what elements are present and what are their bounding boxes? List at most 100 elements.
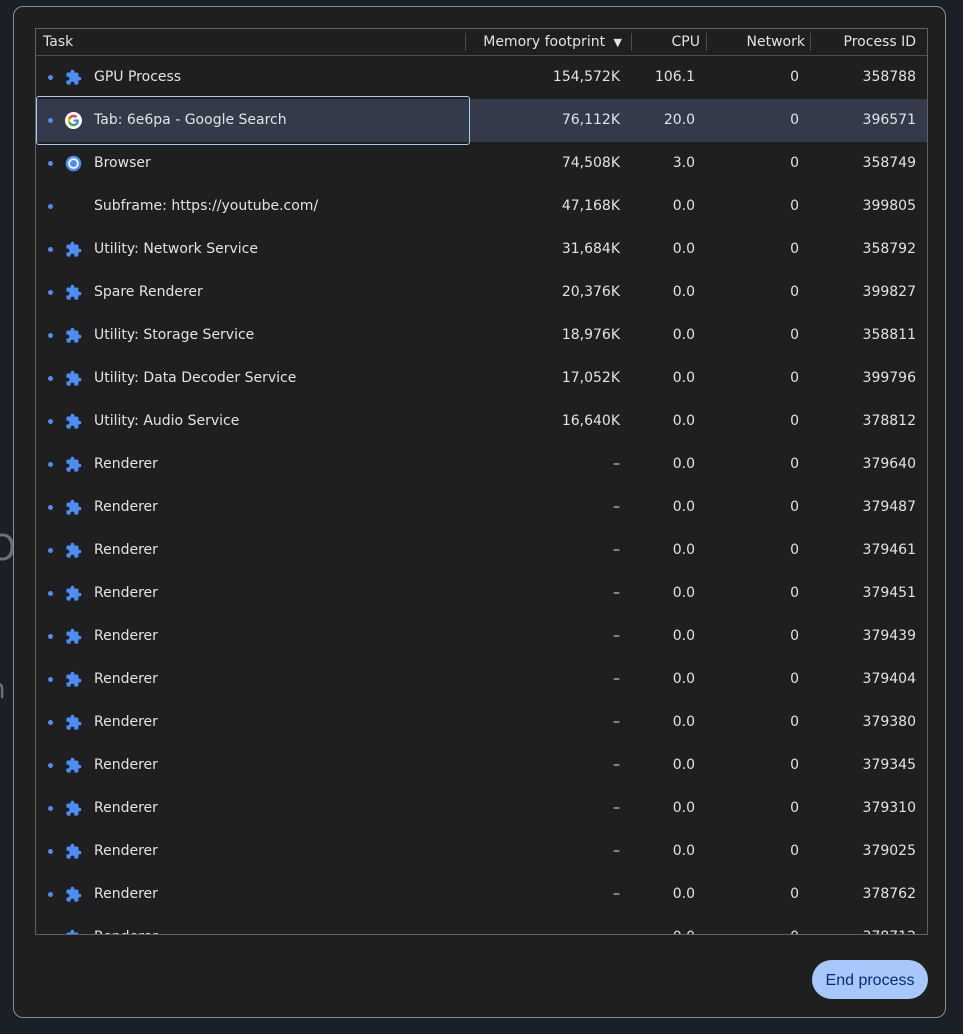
- network-value: 0: [790, 843, 799, 859]
- column-divider[interactable]: [810, 33, 811, 51]
- puzzle-icon: [65, 757, 82, 774]
- table-row[interactable]: Renderer – 0.0 0 379310: [36, 787, 927, 830]
- cpu-value: 0.0: [672, 757, 695, 773]
- process-id-value: 379439: [862, 628, 916, 644]
- network-value: 0: [790, 671, 799, 687]
- table-row[interactable]: Utility: Audio Service 16,640K 0.0 0 378812: [36, 400, 927, 443]
- puzzle-icon: [65, 628, 82, 645]
- memory-value: 31,684K: [561, 241, 620, 257]
- puzzle-icon: [65, 327, 82, 344]
- network-value: 0: [790, 284, 799, 300]
- table-row[interactable]: Renderer – 0.0 0 379404: [36, 658, 927, 701]
- table-row[interactable]: Subframe: https://youtube.com/47,168K 0.0…: [36, 185, 927, 228]
- table-row[interactable]: Tab: 6e6pa - Google Search 76,112K 20.0 0 39…: [36, 96, 927, 145]
- column-header-cpu-label: CPU: [671, 34, 700, 50]
- table-row[interactable]: Renderer – 0.0 0 379439: [36, 615, 927, 658]
- memory-value: 20,376K: [561, 284, 620, 300]
- process-id-value: 379310: [862, 800, 916, 816]
- memory-value: 76,112K: [561, 112, 620, 128]
- bullet-dot: [48, 462, 53, 467]
- network-value: 0: [790, 757, 799, 773]
- table-row[interactable]: Browser 74,508K 3.0 0 358749: [36, 142, 927, 185]
- memory-value: –: [613, 916, 620, 934]
- process-id-value: 358788: [862, 69, 916, 85]
- task-name: Renderer: [94, 456, 158, 472]
- process-id-value: 378712: [863, 916, 916, 934]
- process-id-value: 358792: [862, 241, 916, 257]
- process-id-value: 358811: [862, 327, 916, 343]
- network-value: 0: [790, 112, 799, 128]
- table-row[interactable]: Renderer – 0.0 0 379640: [36, 443, 927, 486]
- column-divider[interactable]: [706, 33, 707, 51]
- network-value: 0: [790, 499, 799, 515]
- table-row[interactable]: Renderer – 0.0 0 379451: [36, 572, 927, 615]
- puzzle-icon: [65, 542, 82, 559]
- task-name: Utility: Data Decoder Service: [94, 370, 297, 386]
- process-table: Task Memory footprint ▼ CPU Network Proc…: [35, 28, 928, 935]
- table-row[interactable]: Renderer – 0.0 0 378762: [36, 873, 927, 916]
- bullet-dot: [48, 677, 53, 682]
- task-name: Renderer: [94, 886, 158, 902]
- process-id-value: 379404: [862, 671, 916, 687]
- column-divider[interactable]: [465, 33, 466, 51]
- process-id-value: 358749: [862, 155, 916, 171]
- task-name: Renderer: [94, 916, 158, 934]
- bullet-dot: [48, 376, 53, 381]
- bullet-dot: [48, 505, 53, 510]
- cpu-value: 0.0: [673, 916, 695, 934]
- table-body: GPU Process 154,572K 106.1 0 358788 Tab: 6e6p…: [36, 56, 927, 934]
- memory-value: –: [613, 843, 620, 859]
- end-process-button[interactable]: End process: [812, 960, 928, 999]
- column-header-memory[interactable]: Memory footprint ▼: [467, 29, 630, 55]
- puzzle-icon: [65, 714, 82, 731]
- process-id-value: 379640: [862, 456, 916, 472]
- table-row[interactable]: Renderer – 0.0 0 379345: [36, 744, 927, 787]
- bullet-dot: [48, 763, 53, 768]
- task-name: Renderer: [94, 757, 158, 773]
- column-divider[interactable]: [631, 33, 632, 51]
- network-value: 0: [790, 800, 799, 816]
- network-value: 0: [790, 241, 799, 257]
- memory-value: 154,572K: [552, 69, 620, 85]
- network-value: 0: [790, 327, 799, 343]
- process-id-value: 399796: [862, 370, 916, 386]
- column-header-cpu[interactable]: CPU: [633, 29, 706, 55]
- bullet-dot: [48, 849, 53, 854]
- puzzle-icon: [65, 671, 82, 688]
- task-manager-dialog: Task Memory footprint ▼ CPU Network Proc…: [13, 6, 946, 1018]
- table-row[interactable]: Renderer – 0.0 0 379487: [36, 486, 927, 529]
- task-name: Renderer: [94, 499, 158, 515]
- process-id-value: 399827: [862, 284, 916, 300]
- table-row[interactable]: Renderer – 0.0 0 378712: [36, 916, 927, 934]
- memory-value: –: [613, 757, 620, 773]
- table-row[interactable]: Utility: Data Decoder Service 17,052K 0.0 0…: [36, 357, 927, 400]
- table-row[interactable]: Utility: Storage Service 18,976K 0.0 0 35881…: [36, 314, 927, 357]
- column-header-process-id[interactable]: Process ID: [812, 29, 922, 55]
- bullet-dot: [48, 75, 53, 80]
- column-header-pid-label: Process ID: [843, 34, 916, 50]
- table-row[interactable]: Utility: Network Service 31,684K 0.0 0 35879…: [36, 228, 927, 271]
- cpu-value: 0.0: [672, 628, 695, 644]
- column-header-task[interactable]: Task: [43, 29, 463, 55]
- sort-descending-icon: ▼: [613, 36, 622, 49]
- table-row[interactable]: Renderer – 0.0 0 379461: [36, 529, 927, 572]
- table-row[interactable]: Renderer – 0.0 0 379380: [36, 701, 927, 744]
- bullet-dot: [48, 634, 53, 639]
- table-row[interactable]: GPU Process 154,572K 106.1 0 358788: [36, 56, 927, 99]
- task-name: Subframe: https://youtube.com/: [94, 198, 319, 214]
- memory-value: –: [613, 585, 620, 601]
- task-name: Utility: Network Service: [94, 241, 258, 257]
- process-id-value: 396571: [862, 112, 916, 128]
- puzzle-icon: [65, 413, 82, 430]
- puzzle-icon: [65, 585, 82, 602]
- cpu-value: 0.0: [672, 327, 695, 343]
- table-row[interactable]: Renderer – 0.0 0 379025: [36, 830, 927, 873]
- task-name: Renderer: [94, 671, 158, 687]
- column-header-network[interactable]: Network: [708, 29, 811, 55]
- table-row[interactable]: Spare Renderer 20,376K 0.0 0 399827: [36, 271, 927, 314]
- process-id-value: 399805: [862, 198, 916, 214]
- task-name: Spare Renderer: [94, 284, 203, 300]
- chrome-icon: [65, 155, 82, 172]
- cpu-value: 0.0: [672, 714, 695, 730]
- bullet-dot: [48, 204, 53, 209]
